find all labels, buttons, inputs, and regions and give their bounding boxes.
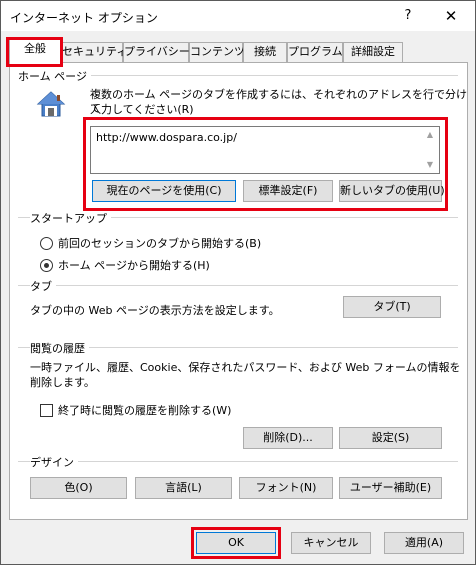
ok-label: OK (228, 536, 244, 549)
design-group-label: デザイン (30, 454, 78, 470)
tab-general[interactable]: 全般 (9, 39, 61, 63)
fonts-button[interactable]: フォント(N) (239, 477, 333, 499)
tabs-settings-label: タブ(T) (373, 300, 411, 313)
fonts-label: フォント(N) (255, 481, 317, 494)
tab-security[interactable]: セキュリティ (61, 42, 127, 62)
home-desc-line2: 入力してください(R) (90, 103, 194, 116)
use-new-tab-label: 新しいタブの使用(U) (340, 184, 445, 197)
languages-button[interactable]: 言語(L) (135, 477, 232, 499)
tab-advanced[interactable]: 詳細設定 (343, 42, 403, 62)
help-button[interactable]: ? (393, 3, 423, 29)
internet-options-dialog: インターネット オプション ? ✕ 全般 セキュリティ プライバシー コンテンツ… (0, 0, 476, 565)
tabs-group-label: タブ (30, 278, 56, 294)
startup-last-session-label[interactable]: 前回のセッションのタブから開始する(B) (58, 237, 261, 251)
title-bar: インターネット オプション ? ✕ (1, 1, 475, 31)
group-divider (18, 461, 458, 462)
url-scrollbar[interactable]: ▲ ▼ (422, 127, 439, 173)
homepage-url-textarea[interactable]: http://www.dospara.co.jp/ ▲ ▼ (90, 126, 440, 174)
use-current-page-button[interactable]: 現在のページを使用(C) (92, 180, 236, 202)
colors-button[interactable]: 色(O) (30, 477, 127, 499)
accessibility-button[interactable]: ユーザー補助(E) (339, 477, 442, 499)
scroll-up-icon[interactable]: ▲ (425, 130, 435, 140)
use-default-label: 標準設定(F) (258, 184, 318, 197)
startup-home-page-label[interactable]: ホーム ページから開始する(H) (58, 259, 210, 273)
apply-label: 適用(A) (404, 536, 444, 549)
tab-content[interactable]: コンテンツ (189, 42, 245, 62)
startup-group-label: スタートアップ (30, 210, 111, 226)
history-settings-label: 設定(S) (371, 431, 410, 444)
use-current-page-label: 現在のページを使用(C) (106, 184, 222, 197)
history-desc-line2: 削除します。 (30, 376, 95, 389)
house-icon (36, 89, 66, 119)
cancel-label: キャンセル (303, 536, 359, 549)
startup-last-session-radio[interactable] (40, 237, 53, 250)
tab-privacy[interactable]: プライバシー (123, 42, 190, 62)
colors-label: 色(O) (64, 481, 93, 494)
delete-history-label: 削除(D)... (263, 431, 313, 444)
use-new-tab-button[interactable]: 新しいタブの使用(U) (339, 180, 445, 202)
delete-history-on-exit-label[interactable]: 終了時に閲覧の履歴を削除する(W) (58, 404, 231, 418)
tabs-desc: タブの中の Web ページの表示方法を設定します。 (30, 304, 280, 317)
history-desc-line1: 一時ファイル、履歴、Cookie、保存されたパスワード、および Web フォーム… (30, 361, 461, 374)
apply-button[interactable]: 適用(A) (384, 532, 464, 554)
delete-history-on-exit-checkbox[interactable] (40, 404, 53, 417)
general-panel: ホーム ページ 複数のホーム ページのタブを作成するには、それぞれのアドレスを行… (9, 62, 468, 520)
delete-history-button[interactable]: 削除(D)... (243, 427, 333, 449)
ok-button[interactable]: OK (196, 532, 276, 554)
startup-home-page-radio[interactable] (40, 259, 53, 272)
use-default-button[interactable]: 標準設定(F) (243, 180, 333, 202)
window-title: インターネット オプション (10, 11, 158, 25)
history-group-label: 閲覧の履歴 (30, 340, 89, 356)
tab-connections[interactable]: 接続 (243, 42, 287, 62)
cancel-button[interactable]: キャンセル (291, 532, 371, 554)
history-settings-button[interactable]: 設定(S) (339, 427, 442, 449)
languages-label: 言語(L) (165, 481, 202, 494)
tabs-settings-button[interactable]: タブ(T) (343, 296, 441, 318)
homepage-url-value: http://www.dospara.co.jp/ (96, 131, 237, 144)
accessibility-label: ユーザー補助(E) (349, 481, 432, 494)
tab-programs[interactable]: プログラム (287, 42, 343, 62)
scroll-down-icon[interactable]: ▼ (425, 160, 435, 170)
group-divider (18, 285, 458, 286)
close-button[interactable]: ✕ (431, 3, 471, 29)
home-group-label: ホーム ページ (18, 68, 91, 84)
